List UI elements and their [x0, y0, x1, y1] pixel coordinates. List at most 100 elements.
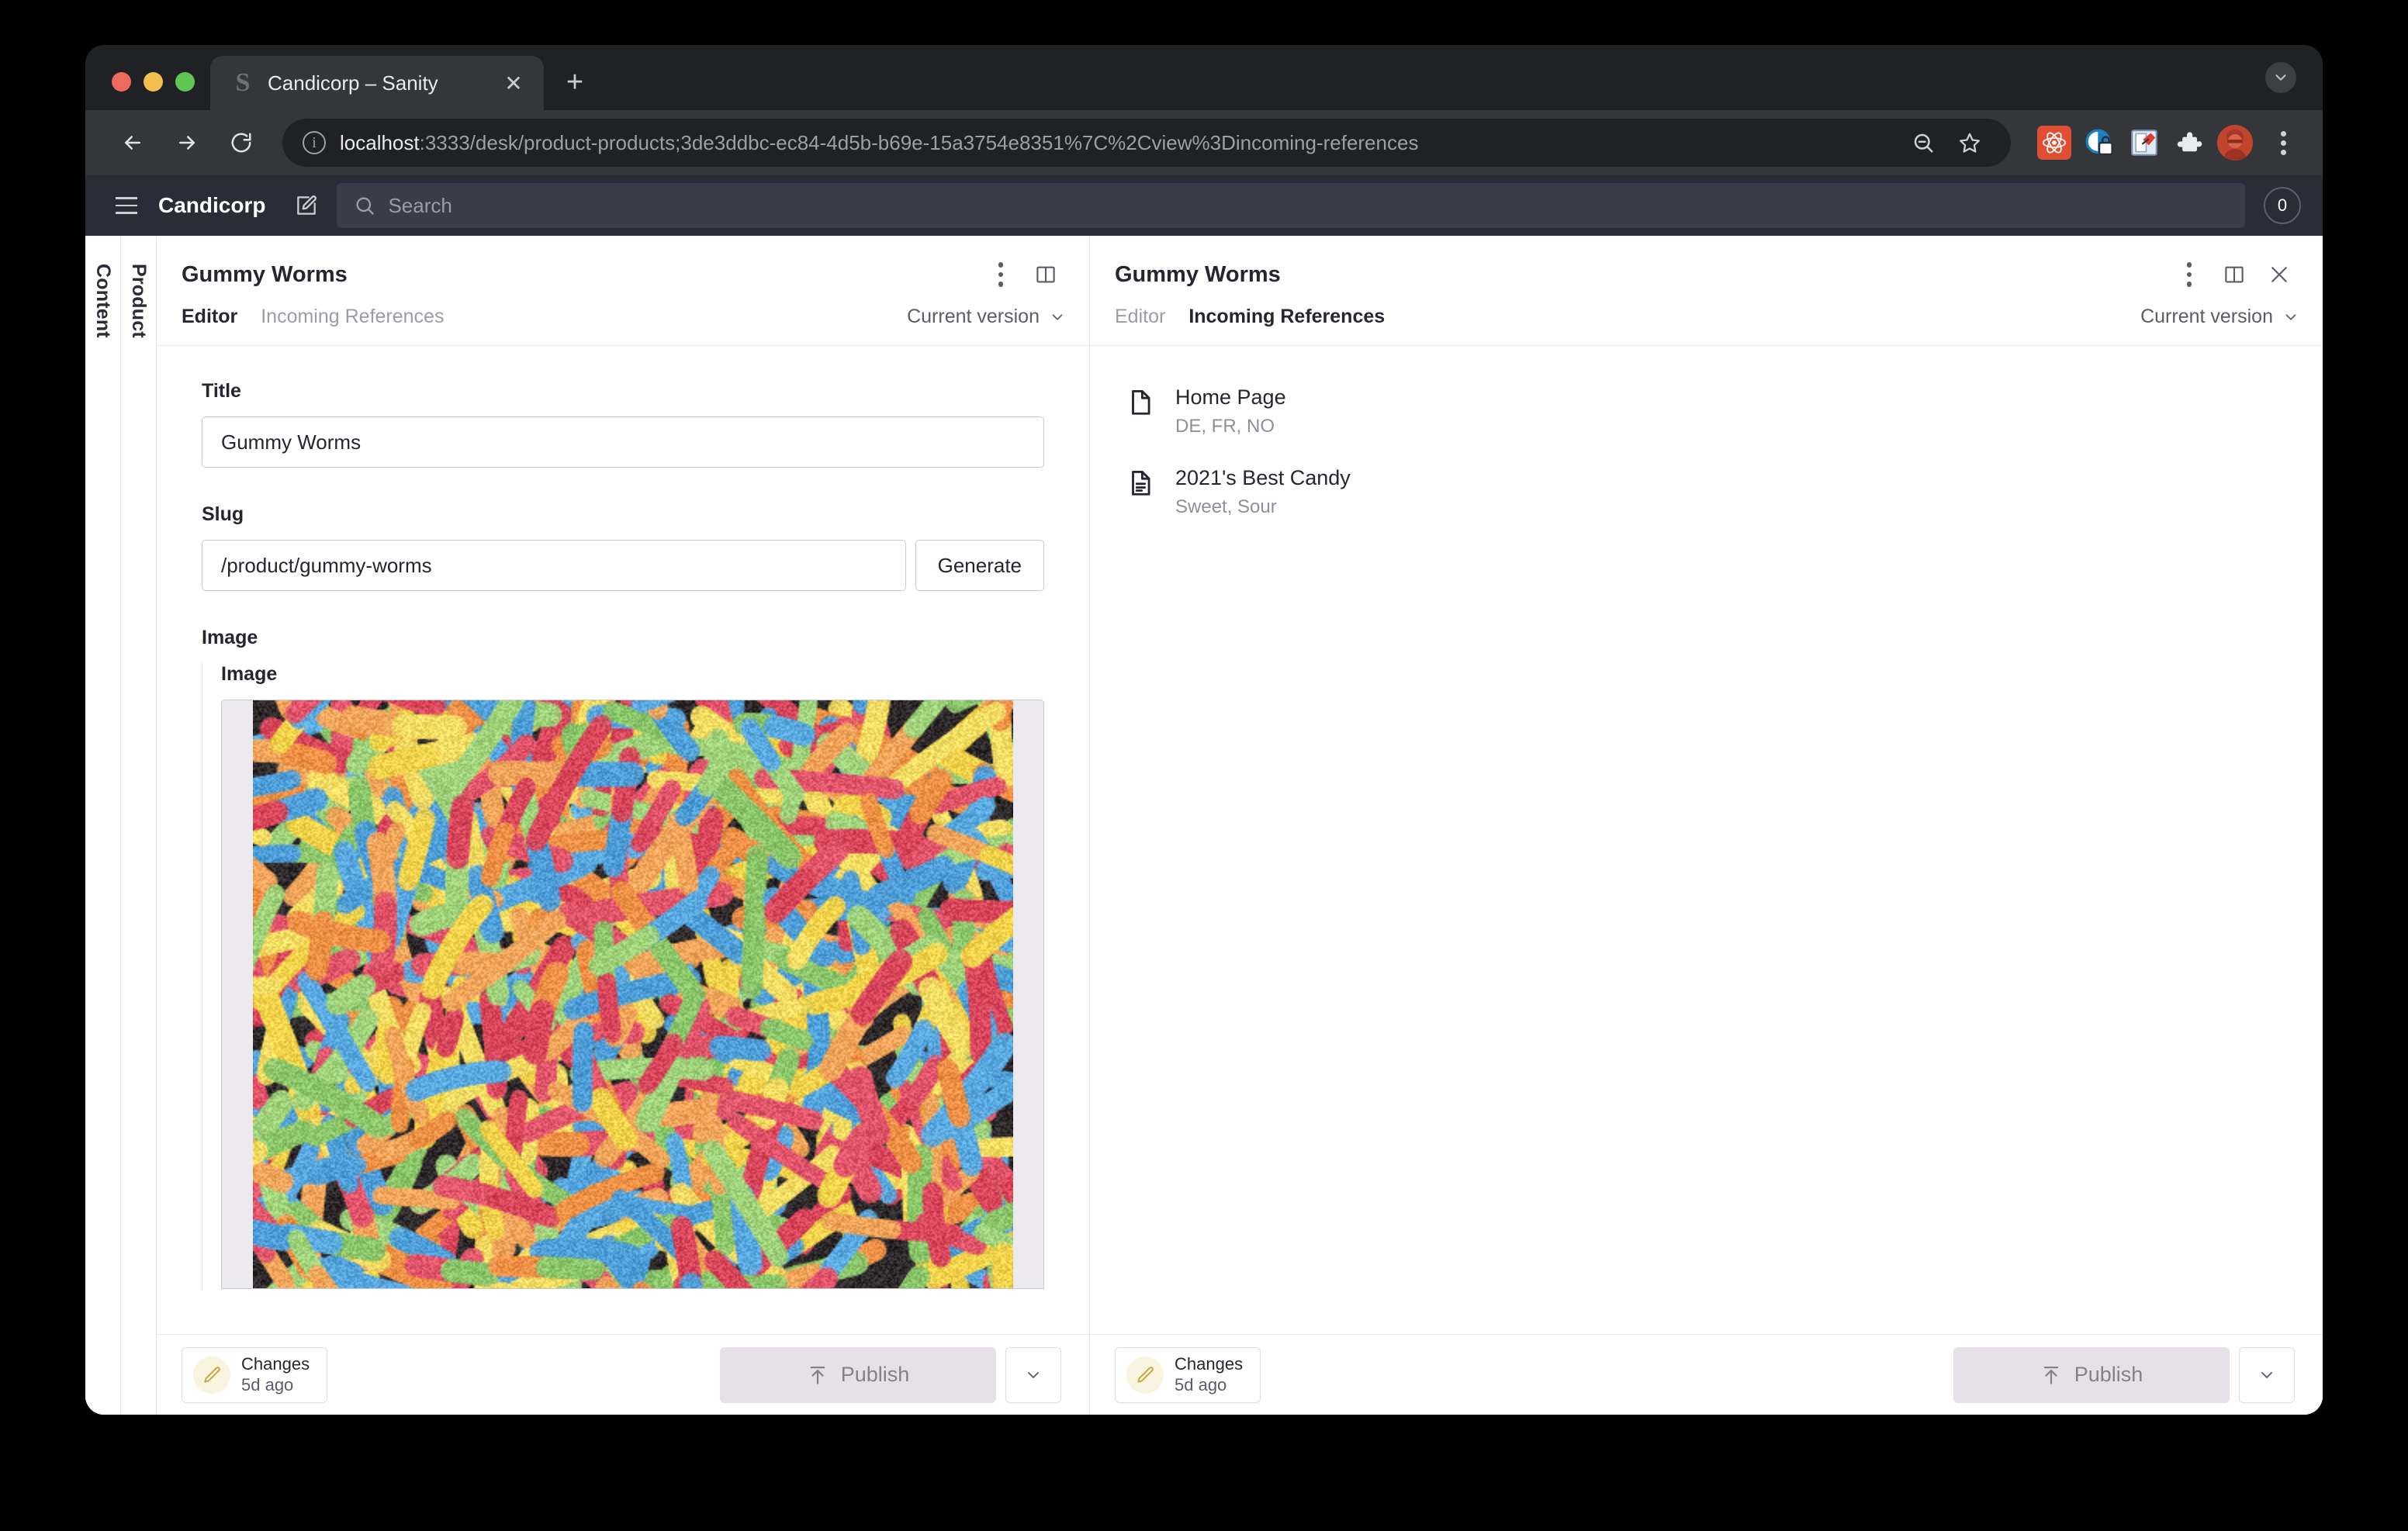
- tab-incoming-references[interactable]: Incoming References: [1188, 306, 1385, 328]
- version-selector[interactable]: Current version: [907, 306, 1066, 328]
- privacy-badger-icon[interactable]: [2082, 126, 2116, 160]
- changes-label: Changes: [1175, 1354, 1244, 1374]
- changes-timestamp: 5d ago: [1175, 1374, 1227, 1394]
- minimize-window-button[interactable]: [144, 72, 163, 92]
- changes-label: Changes: [241, 1354, 310, 1374]
- list-item-title: 2021's Best Candy: [1175, 465, 1351, 489]
- image-preview-frame[interactable]: [221, 700, 1044, 1289]
- collapsed-pane-label: Content: [92, 264, 114, 338]
- page-title: Gummy Worms: [182, 261, 348, 287]
- version-label: Current version: [2140, 306, 2273, 327]
- version-selector[interactable]: Current version: [2140, 306, 2299, 328]
- document-pane-header: Gummy Worms Editor Incoming References C…: [157, 236, 1089, 346]
- generate-button[interactable]: Generate: [915, 540, 1044, 591]
- changes-timestamp: 5d ago: [241, 1374, 294, 1394]
- desk-panes: Content Product Gummy Worms Editor Incom…: [85, 236, 2323, 1415]
- puzzle-icon[interactable]: [2172, 126, 2206, 160]
- document-footer: Changes 5d ago Publish: [157, 1334, 1089, 1415]
- back-button[interactable]: [109, 119, 157, 167]
- pencil-icon: [1126, 1356, 1164, 1394]
- browser-menu-button[interactable]: [2264, 122, 2302, 164]
- bookmark-star-icon[interactable]: [1949, 122, 1991, 164]
- browser-toolbar: i localhost:3333/desk/product-products;3…: [85, 110, 2323, 175]
- profile-avatar-icon[interactable]: [2217, 125, 2253, 161]
- reload-button[interactable]: [217, 119, 265, 167]
- close-pane-icon[interactable]: [2259, 254, 2299, 295]
- list-item[interactable]: Home Page DE, FR, NO: [1090, 371, 2323, 451]
- tab-title: Candicorp – Sanity: [268, 71, 438, 95]
- incoming-references-pane: Gummy Worms Editor Incoming References C…: [1090, 236, 2323, 1415]
- brand-title[interactable]: Candicorp: [158, 193, 265, 218]
- split-pane-icon[interactable]: [2214, 254, 2254, 295]
- field-image: Image Image: [202, 627, 1044, 1289]
- publish-options-button[interactable]: [1005, 1346, 1061, 1403]
- maximize-window-button[interactable]: [175, 72, 195, 92]
- field-slug: Slug /product/gummy-worms Generate: [202, 503, 1044, 591]
- collapsed-pane-content[interactable]: Content: [85, 236, 121, 1415]
- react-devtools-icon[interactable]: [2037, 126, 2071, 160]
- gummy-worms-photo: [252, 700, 1013, 1288]
- tab-list-chevron-icon[interactable]: [2265, 62, 2296, 93]
- collapsed-pane-label: Product: [128, 264, 150, 338]
- chevron-down-icon: [1028, 1371, 1039, 1378]
- browser-window: S Candicorp – Sanity ✕ + i localhost:333…: [85, 45, 2323, 1415]
- extension-icons: [2028, 125, 2253, 161]
- tab-incoming-references[interactable]: Incoming References: [261, 306, 444, 328]
- pinboard-icon[interactable]: [2127, 126, 2161, 160]
- new-tab-button[interactable]: +: [552, 59, 598, 105]
- page-title: Gummy Worms: [1115, 261, 1281, 287]
- publish-button[interactable]: Publish: [720, 1346, 996, 1403]
- presence-badge[interactable]: 0: [2264, 187, 2301, 224]
- browser-tab-strip: S Candicorp – Sanity ✕ +: [85, 45, 2323, 110]
- address-bar[interactable]: i localhost:3333/desk/product-products;3…: [282, 119, 2011, 167]
- version-label: Current version: [907, 306, 1040, 327]
- references-footer: Changes 5d ago Publish: [1090, 1334, 2323, 1415]
- list-item-subtitle: Sweet, Sour: [1175, 496, 1277, 517]
- zoom-out-icon[interactable]: [1902, 122, 1944, 164]
- url-host: localhost: [340, 130, 420, 154]
- studio-navbar: Candicorp Search 0: [85, 175, 2323, 236]
- close-tab-icon[interactable]: ✕: [497, 67, 530, 99]
- document-menu-icon[interactable]: [2169, 254, 2209, 295]
- chevron-down-icon: [2261, 1371, 2272, 1378]
- list-item[interactable]: 2021's Best Candy Sweet, Sour: [1090, 451, 2323, 532]
- list-item-title: Home Page: [1175, 385, 1286, 409]
- title-input[interactable]: Gummy Worms: [202, 416, 1044, 468]
- close-window-button[interactable]: [112, 72, 131, 92]
- field-title: Title Gummy Worms: [202, 380, 1044, 468]
- document-editor-pane: Gummy Worms Editor Incoming References C…: [157, 236, 1090, 1415]
- field-label-slug: Slug: [202, 503, 244, 525]
- search-input[interactable]: Search: [337, 183, 2245, 228]
- split-pane-icon[interactable]: [1026, 254, 1066, 295]
- publish-icon: [2040, 1364, 2062, 1386]
- compose-icon[interactable]: [285, 185, 327, 226]
- site-info-icon[interactable]: i: [303, 131, 326, 154]
- sanity-studio: Candicorp Search 0 Content Product Gummy…: [85, 175, 2323, 1415]
- search-icon: [354, 195, 375, 216]
- publish-label: Publish: [840, 1363, 910, 1386]
- address-bar-url: localhost:3333/desk/product-products;3de…: [340, 131, 1418, 155]
- slug-input[interactable]: /product/gummy-worms: [202, 540, 906, 591]
- menu-icon[interactable]: [106, 185, 147, 226]
- document-icon: [1126, 385, 1155, 417]
- tab-editor[interactable]: Editor: [182, 306, 237, 328]
- references-pane-header: Gummy Worms Editor Incoming References C…: [1090, 236, 2323, 346]
- forward-button[interactable]: [163, 119, 211, 167]
- collapsed-pane-product[interactable]: Product: [121, 236, 157, 1415]
- document-form: Title Gummy Worms Slug /product/gummy-wo…: [157, 346, 1089, 1289]
- sanity-favicon-icon: S: [235, 68, 251, 97]
- document-menu-icon[interactable]: [981, 254, 1021, 295]
- list-item-subtitle: DE, FR, NO: [1175, 415, 1275, 437]
- references-list: Home Page DE, FR, NO 2021's Best Candy S…: [1090, 346, 2323, 532]
- document-text-icon: [1126, 465, 1155, 498]
- tab-editor[interactable]: Editor: [1115, 306, 1165, 328]
- publish-options-button[interactable]: [2239, 1346, 2295, 1403]
- field-label-title: Title: [202, 380, 241, 402]
- window-traffic-lights: [85, 72, 210, 110]
- browser-tab[interactable]: S Candicorp – Sanity ✕: [210, 56, 544, 110]
- changes-button[interactable]: Changes 5d ago: [182, 1346, 328, 1403]
- publish-icon: [807, 1364, 829, 1386]
- publish-button[interactable]: Publish: [1953, 1346, 2230, 1403]
- changes-button[interactable]: Changes 5d ago: [1115, 1346, 1261, 1403]
- chevron-down-icon: [1052, 313, 1063, 320]
